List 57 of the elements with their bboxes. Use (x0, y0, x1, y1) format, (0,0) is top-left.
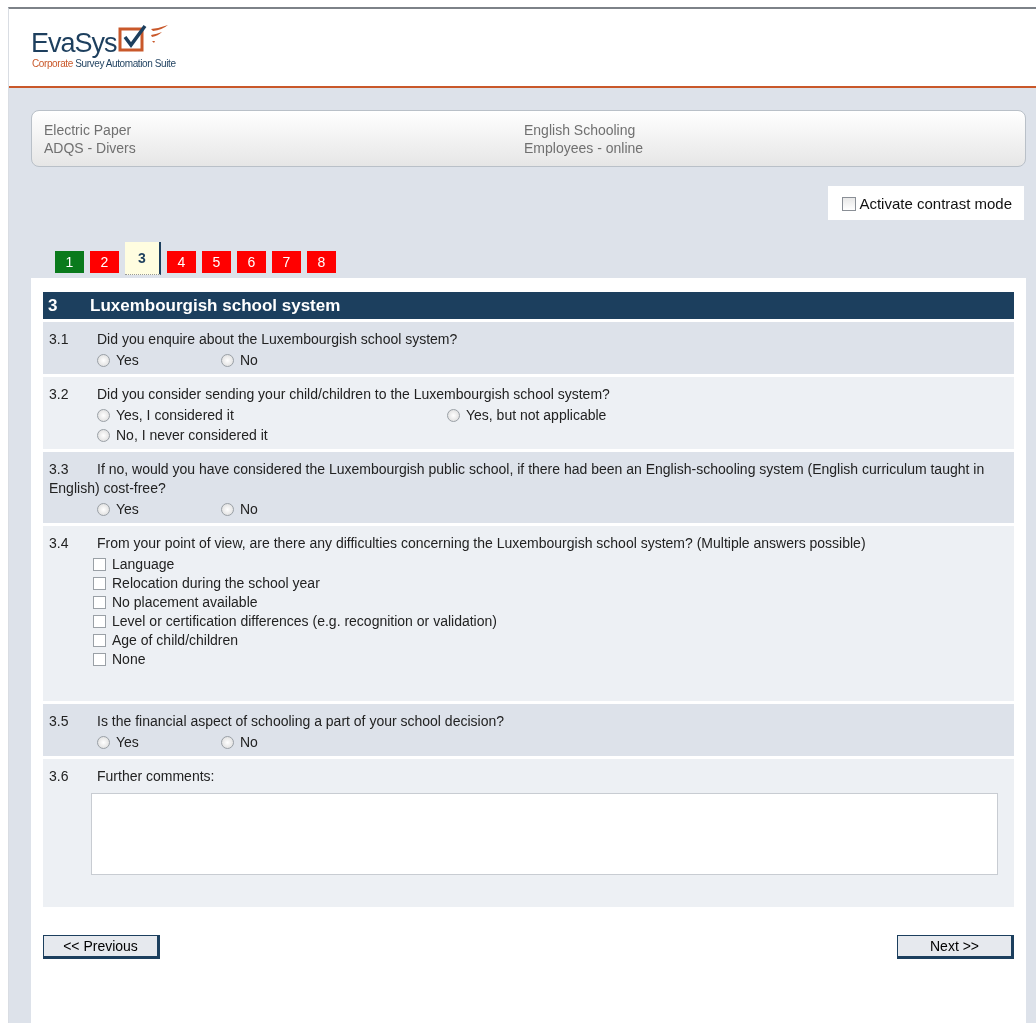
option-label: Yes, but not applicable (466, 407, 607, 423)
radio-button[interactable] (97, 735, 110, 749)
comments-field[interactable] (91, 793, 998, 875)
page-tab[interactable]: 8 (307, 251, 336, 273)
question-text: 3.2 Did you consider sending your child/children to the Luxembourgish school system? (49, 385, 611, 404)
checkmark-logo-icon (117, 24, 170, 54)
checkbox[interactable] (93, 595, 106, 609)
option-label: No (240, 501, 258, 517)
previous-button[interactable]: << Previous (43, 935, 160, 959)
radio-button[interactable] (97, 408, 110, 422)
radio-button[interactable] (221, 502, 234, 516)
option-label: Yes (116, 734, 139, 750)
option-label: No (240, 734, 258, 750)
checkbox[interactable] (93, 614, 106, 628)
section-header: 3 Luxembourgish school system (43, 292, 1014, 319)
question-text: 3.5 Is the financial aspect of schooling a part of your school decision? (49, 712, 506, 731)
option-label: Age of child/children (112, 632, 239, 648)
option-label: Yes, I considered it (116, 407, 234, 423)
info-text: English Schooling (524, 121, 637, 139)
checkbox[interactable] (93, 576, 106, 590)
radio-button[interactable] (221, 735, 234, 749)
radio-button[interactable] (97, 428, 110, 442)
option-label: None (112, 651, 146, 667)
checkbox[interactable] (93, 652, 106, 666)
option-label: Language (112, 556, 175, 572)
option-label: No placement available (112, 594, 258, 610)
option-label: Yes (116, 352, 139, 368)
radio-button[interactable] (221, 353, 234, 367)
logo-wordmark: EvaSys (31, 28, 117, 58)
page-tab[interactable]: 2 (90, 251, 119, 273)
checkbox[interactable] (93, 633, 106, 647)
page-tab[interactable]: 6 (237, 251, 266, 273)
info-text: Electric Paper (44, 121, 133, 139)
next-button[interactable]: Next >> (897, 935, 1014, 959)
option-label: Yes (116, 501, 139, 517)
info-text: Employees - online (524, 139, 645, 157)
option-label: No, I never considered it (116, 427, 268, 443)
radio-button[interactable] (97, 353, 110, 367)
page-tab[interactable]: 3 (125, 242, 161, 275)
question-text: 3.6 Further comments: (49, 767, 216, 786)
question-text: 3.3 If no, would you have considered the Luxembourgish public school, if there had been an English-schooling system (English curriculum taught in English) cost-free? (49, 460, 986, 498)
contrast-mode-checkbox[interactable] (842, 196, 857, 211)
option-label: No (240, 352, 258, 368)
question-text: 3.4 From your point of view, are there any difficulties concerning the Luxembourgish school system? (Multiple answers possible) (49, 534, 867, 553)
question-text: 3.1 Did you enquire about the Luxembourgish school system? (49, 330, 459, 349)
checkbox[interactable] (93, 557, 106, 571)
option-label: Relocation during the school year (112, 575, 320, 591)
radio-button[interactable] (97, 502, 110, 516)
contrast-mode-toggle[interactable]: Activate contrast mode (828, 186, 1024, 220)
info-text: ADQS - Divers (44, 139, 137, 157)
page-tab[interactable]: 4 (167, 251, 196, 273)
page-tab[interactable]: 5 (202, 251, 231, 273)
page-tab[interactable]: 7 (272, 251, 301, 273)
page-tab[interactable]: 1 (55, 251, 84, 273)
option-label: Level or certification differences (e.g. recognition or validation) (112, 613, 497, 629)
logo-tagline: Corporate Survey Automation Suite (32, 58, 176, 69)
radio-button[interactable] (447, 408, 460, 422)
